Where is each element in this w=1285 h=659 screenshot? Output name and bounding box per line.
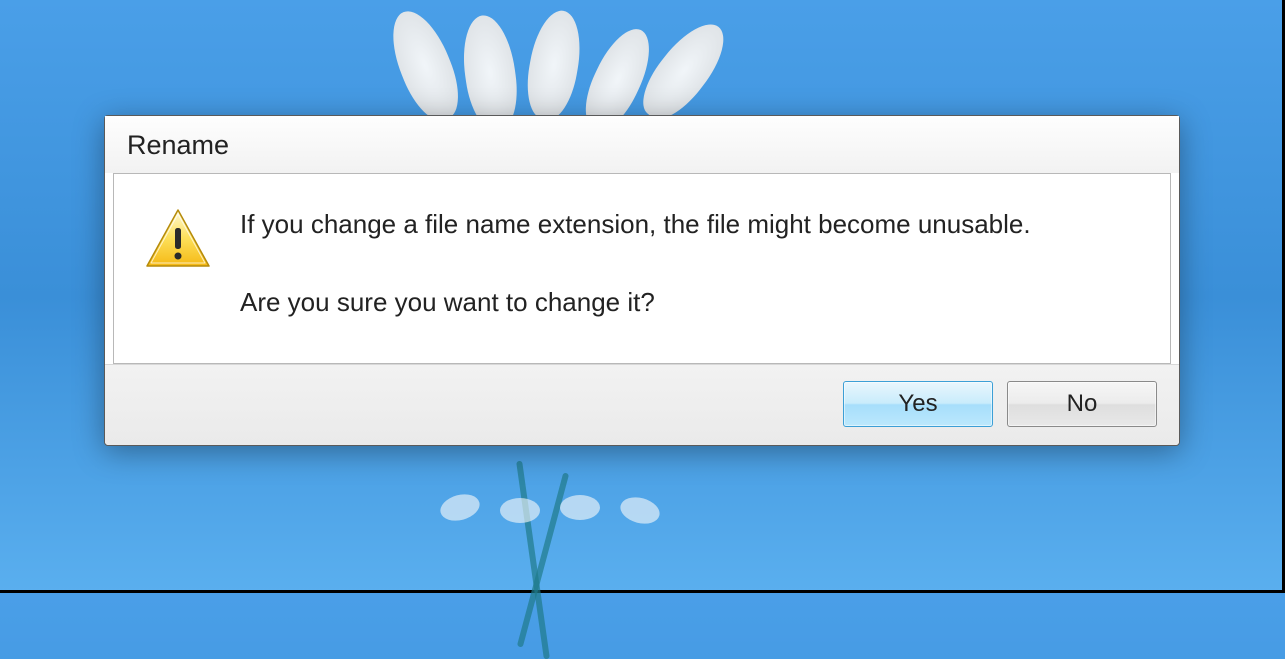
yes-button[interactable]: Yes [843,381,993,427]
rename-dialog: Rename If you change a file name extensi… [104,115,1180,446]
desktop-wallpaper-petal [437,490,482,525]
desktop-wallpaper-petal [631,12,738,130]
dialog-title: Rename [105,116,1179,173]
dialog-message-line1: If you change a file name extension, the… [240,206,1031,242]
dialog-footer: Yes No [105,364,1179,445]
desktop-wallpaper-petal [521,7,587,124]
desktop-wallpaper-petal [500,498,540,523]
dialog-body: If you change a file name extension, the… [113,173,1171,364]
desktop-wallpaper-petal [617,493,662,528]
no-button[interactable]: No [1007,381,1157,427]
warning-icon [144,206,212,275]
desktop-wallpaper-petal [380,3,469,128]
dialog-message-line2: Are you sure you want to change it? [240,284,1031,320]
dialog-message: If you change a file name extension, the… [240,206,1031,321]
desktop-wallpaper-petal [560,495,600,520]
